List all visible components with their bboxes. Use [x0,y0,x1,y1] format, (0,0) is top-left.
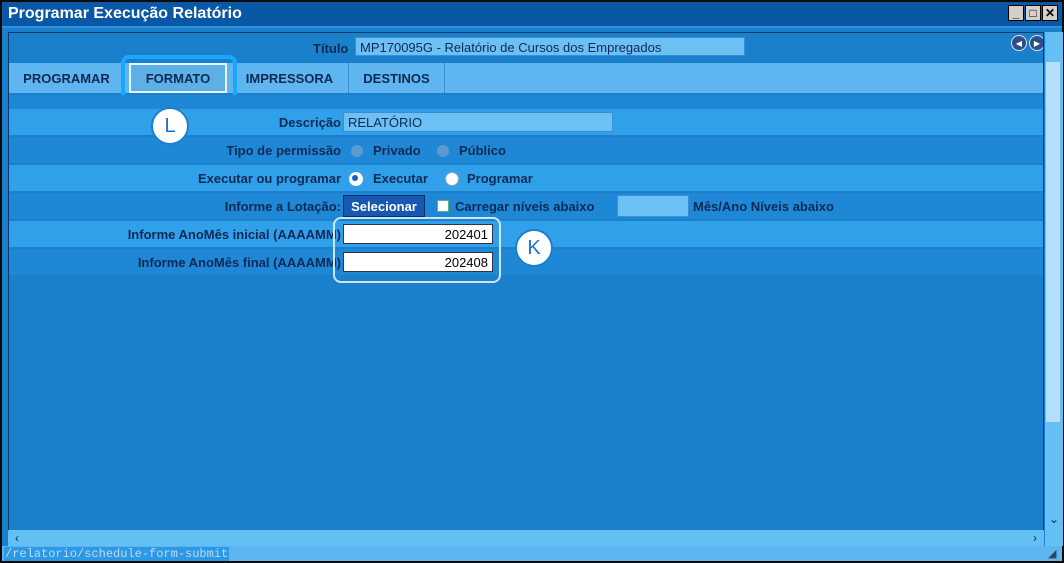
anomes-inicial-label: Informe AnoMês inicial (AAAAMM) [127,227,341,242]
status-bar: /relatorio/schedule-form-submit ◢ [2,546,1062,561]
resize-grip-icon[interactable]: ◢ [1048,548,1060,560]
publico-label: Público [459,143,506,158]
descricao-label: Descrição [278,115,341,130]
programar-option-label: Programar [467,171,533,186]
marker-l: L [151,107,189,145]
titulo-field[interactable]: MP170095G - Relatório de Cursos dos Empr… [355,37,745,56]
report-window: Programar Execução Relatório _ □ ✕ Títul… [0,0,1064,563]
scroll-right-icon[interactable]: › [1026,530,1044,546]
executar-row: Executar ou programar Executar Programar [9,165,1043,191]
marker-k: K [515,229,553,267]
privado-label: Privado [373,143,421,158]
close-button[interactable]: ✕ [1042,5,1058,21]
tab-programar[interactable]: PROGRAMAR [9,63,125,93]
window-controls: _ □ ✕ [1008,5,1058,21]
form-frame: Título MP170095G - Relatório de Cursos d… [8,32,1044,546]
tab-impressora[interactable]: IMPRESSORA [231,63,349,93]
mes-ano-label: Mês/Ano Níveis abaixo [693,199,834,214]
vertical-scroll-thumb[interactable] [1046,62,1060,422]
publico-radio[interactable] [437,145,449,157]
arrow-right-icon[interactable]: ▶ [1029,35,1043,51]
vertical-scrollbar[interactable]: ⌄ [1045,32,1063,546]
carregar-checkbox[interactable] [437,200,449,212]
horizontal-scrollbar[interactable]: ‹ › [8,530,1044,546]
anomes-final-label: Informe AnoMês final (AAAAMM) [137,255,341,270]
status-path: /relatorio/schedule-form-submit [4,547,230,561]
window-titlebar: Programar Execução Relatório _ □ ✕ [2,2,1062,28]
arrow-left-icon[interactable]: ◀ [1011,35,1027,51]
executar-label: Executar ou programar [197,171,341,186]
scroll-left-icon[interactable]: ‹ [8,530,26,546]
executar-radio[interactable] [349,172,363,186]
permissao-label: Tipo de permissão [226,143,341,158]
lotacao-label: Informe a Lotação: [224,199,341,214]
carregar-label: Carregar níveis abaixo [455,199,595,214]
scroll-down-icon[interactable]: ⌄ [1045,512,1063,526]
programar-radio[interactable] [445,172,459,186]
minimize-button[interactable]: _ [1008,5,1024,21]
maximize-button[interactable]: □ [1025,5,1041,21]
executar-option-label: Executar [373,171,428,186]
descricao-field[interactable]: RELATÓRIO [343,112,613,132]
nav-arrows: ◀ ▶ [1011,35,1043,51]
titulo-label: Título [313,41,349,56]
window-title: Programar Execução Relatório [8,5,242,22]
selecionar-button[interactable]: Selecionar [343,195,425,217]
mes-ano-field[interactable] [617,195,689,217]
input-highlight [333,217,501,283]
tab-destinos[interactable]: DESTINOS [349,63,445,93]
privado-radio[interactable] [351,145,363,157]
lotacao-row: Informe a Lotação: Selecionar Carregar n… [9,193,1043,219]
